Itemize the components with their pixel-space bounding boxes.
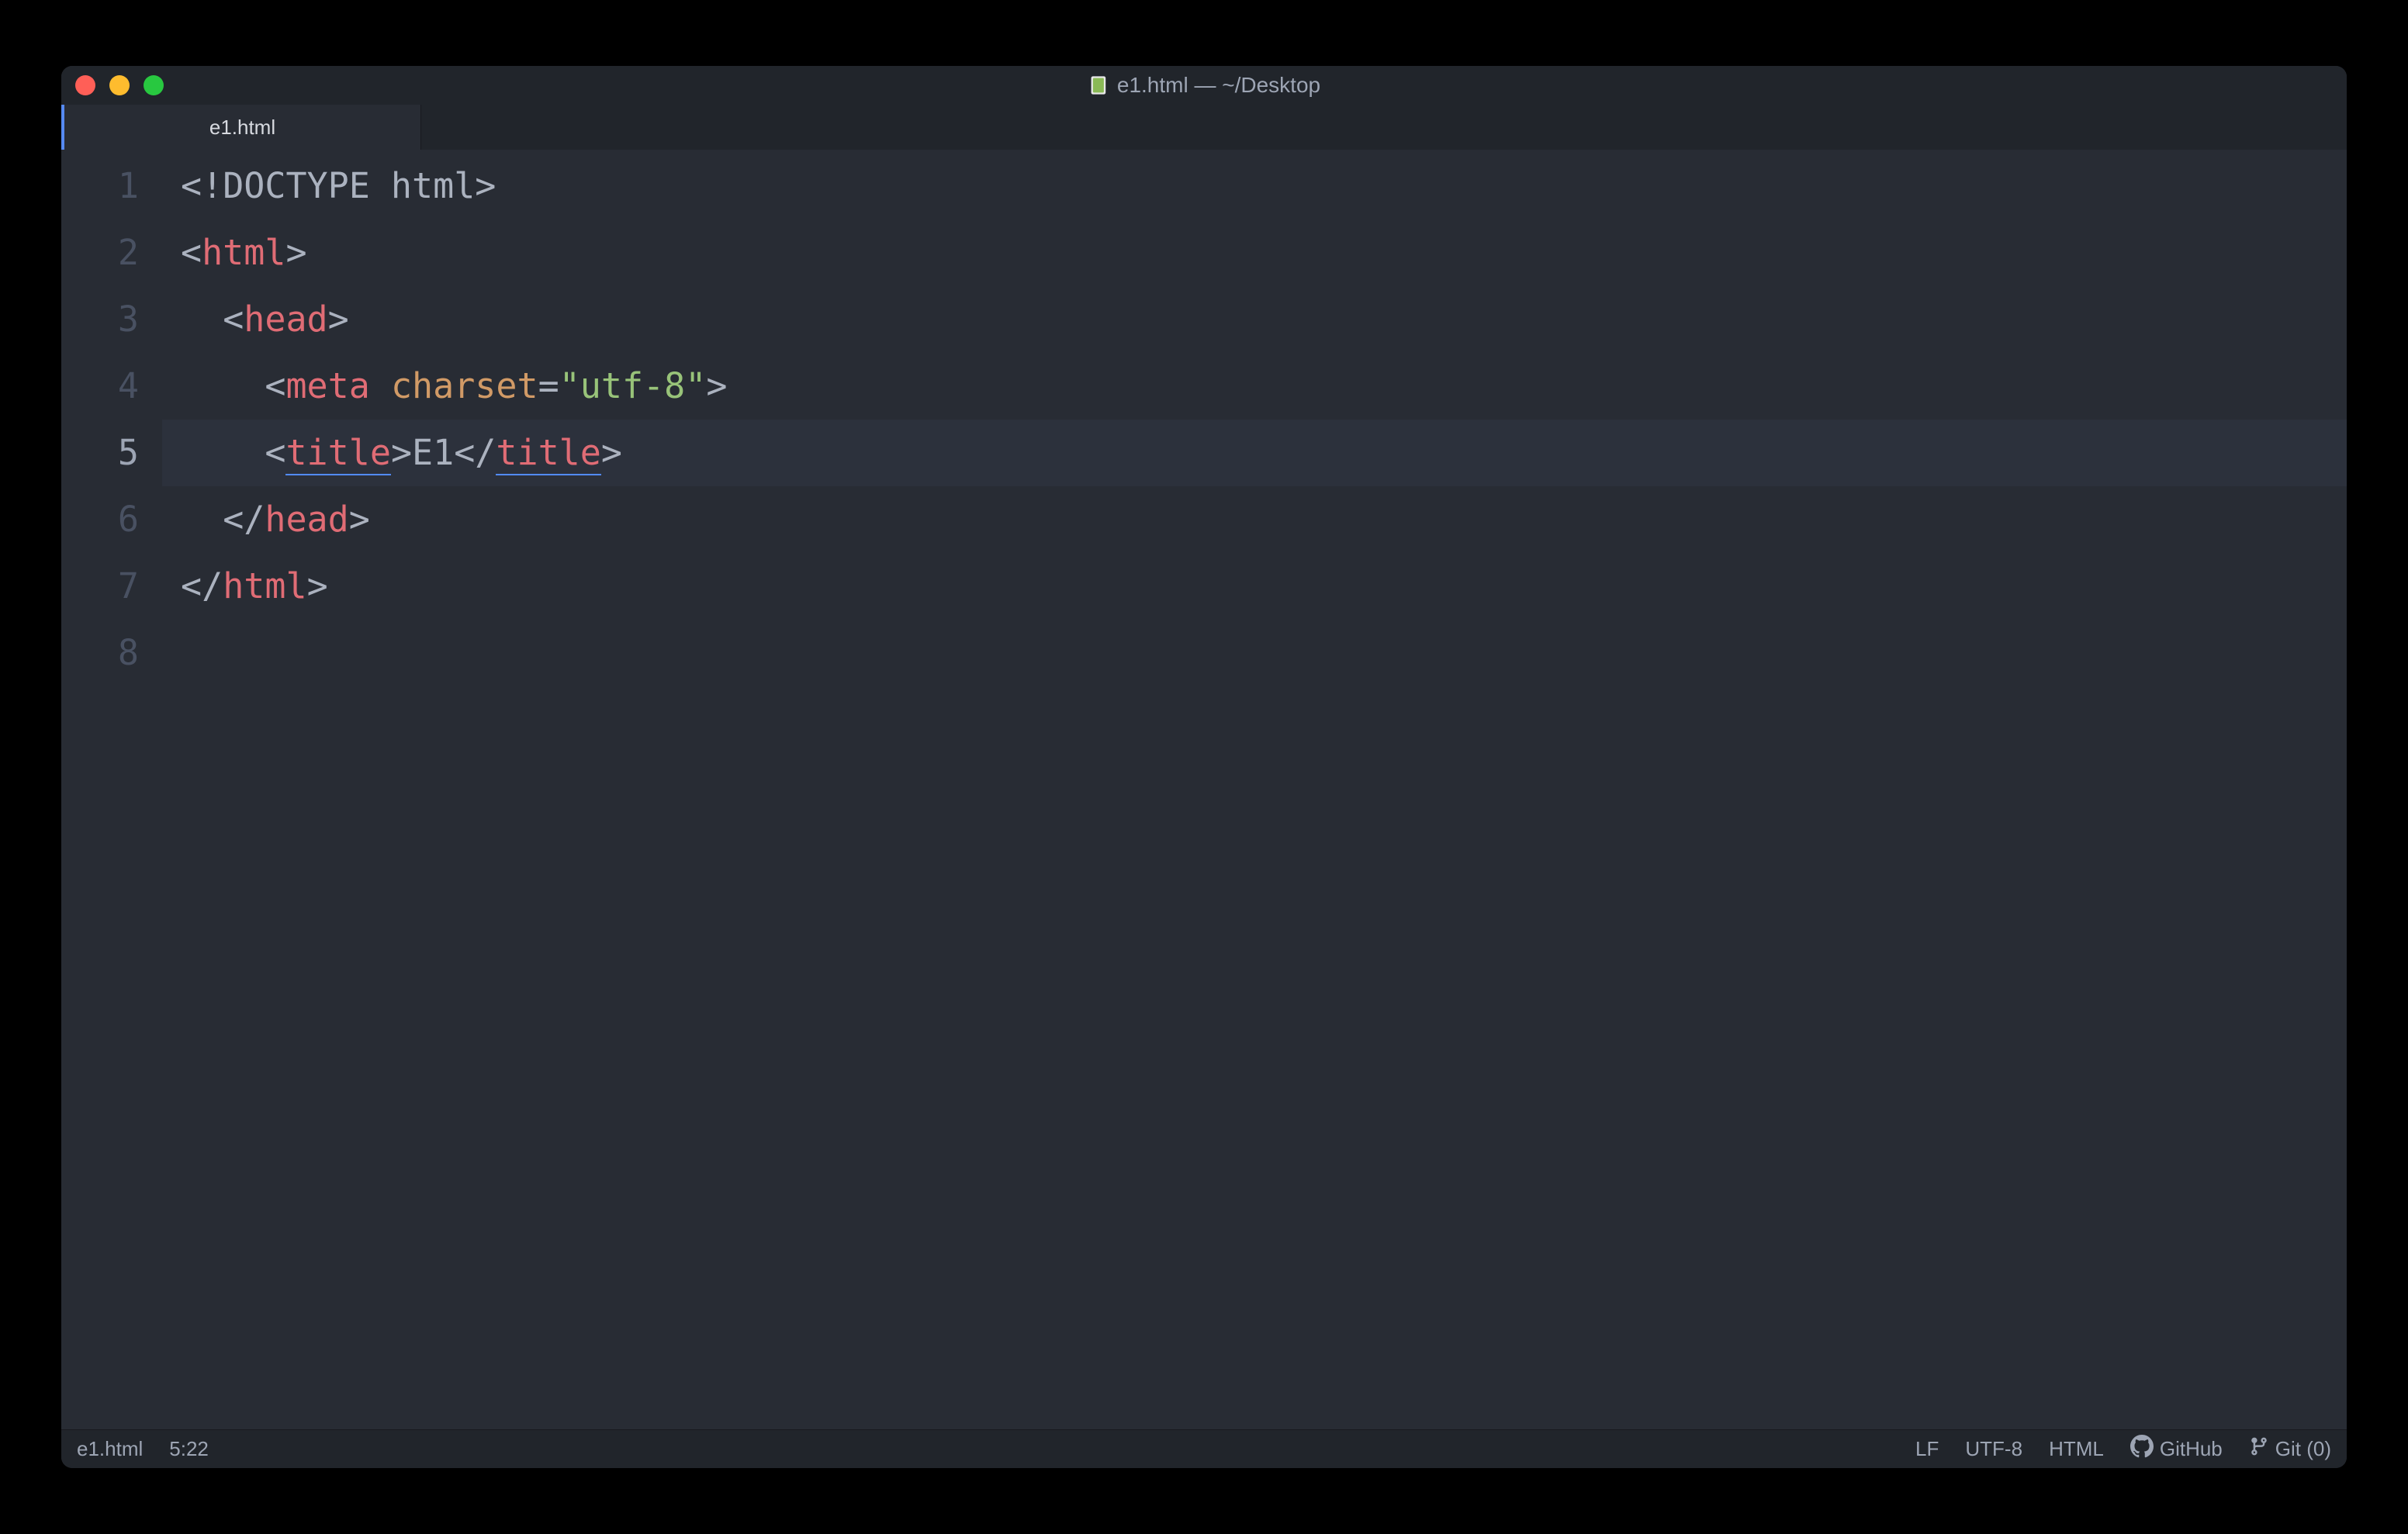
traffic-lights: [75, 75, 164, 95]
gutter[interactable]: 12345678: [61, 150, 162, 1429]
code-line[interactable]: <html>: [162, 219, 2347, 286]
editor-window: e1.html — ~/Desktop e1.html 12345678 <!D…: [61, 66, 2347, 1468]
line-number[interactable]: 4: [61, 353, 139, 420]
tab-label: e1.html: [209, 116, 275, 140]
titlebar[interactable]: e1.html — ~/Desktop: [61, 66, 2347, 105]
window-title-text: e1.html — ~/Desktop: [1117, 73, 1320, 98]
status-git[interactable]: Git (0): [2249, 1436, 2331, 1462]
tab-e1-html[interactable]: e1.html: [64, 105, 421, 150]
code-line[interactable]: <head>: [162, 286, 2347, 353]
line-number[interactable]: 6: [61, 486, 139, 553]
line-number[interactable]: 8: [61, 620, 139, 686]
code-line[interactable]: <!DOCTYPE html>: [162, 153, 2347, 219]
github-icon: [2130, 1435, 2154, 1463]
code-line[interactable]: </html>: [162, 553, 2347, 620]
git-branch-icon: [2249, 1436, 2269, 1462]
maximize-window-button[interactable]: [144, 75, 164, 95]
status-github-label: GitHub: [2160, 1437, 2223, 1461]
status-git-label: Git (0): [2275, 1437, 2331, 1461]
window-title: e1.html — ~/Desktop: [1088, 73, 1320, 98]
code-line[interactable]: <meta charset="utf-8">: [162, 353, 2347, 420]
tab-bar: e1.html: [61, 105, 2347, 150]
code-line[interactable]: </head>: [162, 486, 2347, 553]
line-number[interactable]: 5: [61, 420, 139, 486]
close-window-button[interactable]: [75, 75, 95, 95]
code-area[interactable]: <!DOCTYPE html><html> <head> <meta chars…: [162, 150, 2347, 1429]
statusbar-right: LF UTF-8 HTML GitHub Git (0): [1915, 1435, 2331, 1463]
file-icon: [1088, 74, 1109, 96]
status-cursor[interactable]: 5:22: [169, 1437, 209, 1461]
code-line[interactable]: <title>E1</title>: [162, 420, 2347, 486]
line-number[interactable]: 3: [61, 286, 139, 353]
status-eol[interactable]: LF: [1915, 1437, 1939, 1461]
statusbar: e1.html 5:22 LF UTF-8 HTML GitHub Git (0…: [61, 1429, 2347, 1468]
status-filename[interactable]: e1.html: [77, 1437, 143, 1461]
line-number[interactable]: 1: [61, 153, 139, 219]
status-github[interactable]: GitHub: [2130, 1435, 2223, 1463]
minimize-window-button[interactable]: [109, 75, 130, 95]
code-line[interactable]: [162, 620, 2347, 686]
editor-area: 12345678 <!DOCTYPE html><html> <head> <m…: [61, 150, 2347, 1429]
status-language[interactable]: HTML: [2049, 1437, 2104, 1461]
line-number[interactable]: 7: [61, 553, 139, 620]
statusbar-left: e1.html 5:22: [77, 1437, 209, 1461]
status-encoding[interactable]: UTF-8: [1965, 1437, 2022, 1461]
line-number[interactable]: 2: [61, 219, 139, 286]
